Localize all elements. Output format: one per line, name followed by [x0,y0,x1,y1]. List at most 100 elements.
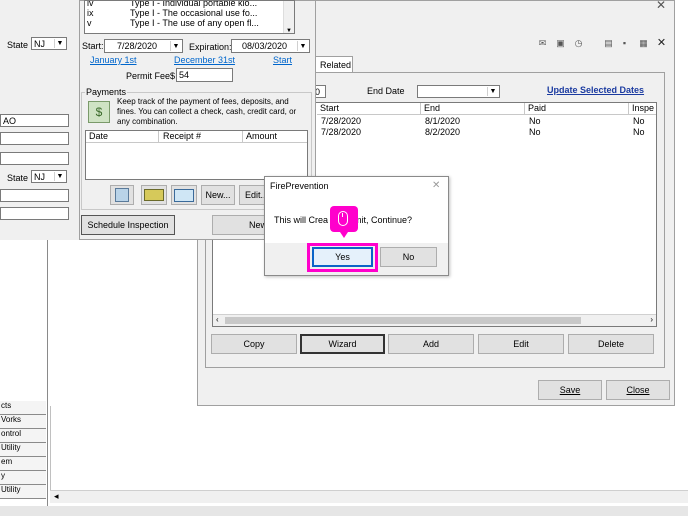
nav-item-utility[interactable]: Utility [0,443,46,457]
scroll-down-icon[interactable]: ▼ [286,28,292,33]
horizontal-scrollbar[interactable]: ‹ › [213,314,656,326]
address-value: AO [3,116,17,126]
list-item-code: ix [87,8,94,18]
start-date-value: 7/28/2020 [117,41,158,51]
column-header-receipt[interactable]: Receipt # [159,131,243,143]
close-icon[interactable]: ✕ [656,38,667,49]
bottom-divider [50,406,51,490]
scroll-right-icon[interactable]: › [650,315,653,324]
address-field-2[interactable] [0,132,69,145]
dialog-message: This will Crea ermit, Continue? [274,215,444,225]
mail-icon[interactable]: ✉ [537,38,548,49]
payments-description: Keep track of the payment of fees, depos… [117,97,297,126]
permit-type-list[interactable]: iv Type I - Individual portable kio... i… [84,0,295,34]
nav-item-y[interactable]: y [0,471,46,485]
new-payment-button[interactable]: New... [201,185,235,205]
address-field-3[interactable] [0,152,69,165]
expiration-label: Expiration: [189,42,232,52]
row-end: 8/1/2020 [425,116,461,126]
row-paid: No [529,116,541,126]
state-select[interactable]: NJ ▼ [31,37,67,50]
start-link[interactable]: Start [273,55,292,65]
payment-cash-button[interactable] [110,185,134,205]
scroll-left-icon[interactable]: ‹ [216,315,219,324]
list-scrollbar[interactable]: ▼ [283,1,294,33]
window-close-icon[interactable]: ✕ [656,0,666,12]
expiration-date-field[interactable]: 08/03/2020 ▼ [231,39,310,53]
chevron-down-icon[interactable]: ▼ [54,39,65,48]
row-inspected: No [633,127,645,137]
bottom-scrollbar[interactable]: ◂ [50,490,688,503]
column-header-end[interactable]: End [421,103,525,115]
column-header-start[interactable]: Start [317,103,421,115]
state-select-2[interactable]: NJ ▼ [31,170,67,183]
payment-check-button[interactable] [171,185,197,205]
list-item[interactable]: iv Type I - Individual portable kio... [87,0,287,8]
chevron-down-icon[interactable]: ▼ [297,41,308,51]
end-date-label: End Date [367,86,405,96]
end-date-filter[interactable]: ▼ [417,85,500,98]
chevron-down-icon[interactable]: ▼ [54,172,65,181]
start-date-field[interactable]: 7/28/2020 ▼ [104,39,183,53]
nav-item-utility-2[interactable]: Utility [0,485,46,499]
camera-icon[interactable]: ▣ [555,38,566,49]
december-31st-link[interactable]: December 31st [174,55,235,65]
badge-pointer-tail [340,232,348,238]
start-label: Start: [82,41,104,51]
dialog-yes-button[interactable]: Yes [312,247,373,267]
copy-button[interactable]: Copy [211,334,297,354]
list-item-label: Type I - The use of any open fl... [130,18,259,28]
row-start: 7/28/2020 [321,116,362,126]
row-start: 7/28/2020 [321,127,362,137]
state-value-2: NJ [34,172,45,182]
save-button[interactable]: Save [538,380,602,400]
column-header-amount[interactable]: Amount [243,131,307,143]
nav-item-control[interactable]: ontrol [0,429,46,443]
payments-group-title: Payments [85,87,128,97]
add-button[interactable]: Add [388,334,474,354]
dialog-message-start: This will Crea [274,215,329,225]
state-label: State [7,40,29,50]
list-item[interactable]: v Type I - The use of any open fl... [87,18,287,28]
edit-button[interactable]: Edit [478,334,564,354]
list-item[interactable]: ix Type I - The occasional use fo... [87,8,287,18]
row-paid: No [529,127,541,137]
chevron-down-icon[interactable]: ▼ [170,41,181,51]
permit-fee-value: 54 [179,70,190,80]
address-field[interactable]: AO [0,114,69,127]
payment-card-button[interactable] [141,185,167,205]
dialog-close-icon[interactable]: ✕ [432,180,440,191]
phone-field[interactable] [0,207,69,220]
clock-icon[interactable]: ◷ [573,38,584,49]
permit-fee-field[interactable]: 54 [176,68,233,82]
close-button[interactable]: Close [606,380,670,400]
status-strip [0,506,688,516]
scroll-left-icon[interactable]: ◂ [54,491,59,502]
column-header-inspected[interactable]: Inspe [629,103,656,115]
column-header-date[interactable]: Date [86,131,159,143]
dialog-title: FirePrevention [270,181,329,191]
nav-item-system[interactable]: em [0,457,46,471]
row-inspected: No [633,116,645,126]
scrollbar-thumb[interactable] [225,317,581,324]
schedule-inspection-button[interactable]: Schedule Inspection [81,215,175,235]
update-selected-dates-link[interactable]: Update Selected Dates [547,85,644,95]
nav-item-works[interactable]: Vorks [0,415,46,429]
delete-button[interactable]: Delete [568,334,654,354]
list-item-code: iv [87,0,94,8]
state-value: NJ [34,39,45,49]
january-1st-link[interactable]: January 1st [90,55,137,65]
wizard-button[interactable]: Wizard [300,334,385,354]
pointer-badge [330,206,358,238]
list-item-code: v [87,18,92,28]
zip-field[interactable] [0,189,69,202]
save-disk-icon[interactable]: ▪ [619,38,630,49]
mouse-icon [338,211,348,226]
chevron-down-icon[interactable]: ▼ [487,87,498,96]
page-icon[interactable]: ▤ [603,38,614,49]
tab-related[interactable]: Related [315,56,353,72]
nav-item-projects[interactable]: cts [0,401,46,415]
grid-icon[interactable]: ▦ [638,38,649,49]
column-header-paid[interactable]: Paid [525,103,629,115]
dialog-no-button[interactable]: No [380,247,437,267]
